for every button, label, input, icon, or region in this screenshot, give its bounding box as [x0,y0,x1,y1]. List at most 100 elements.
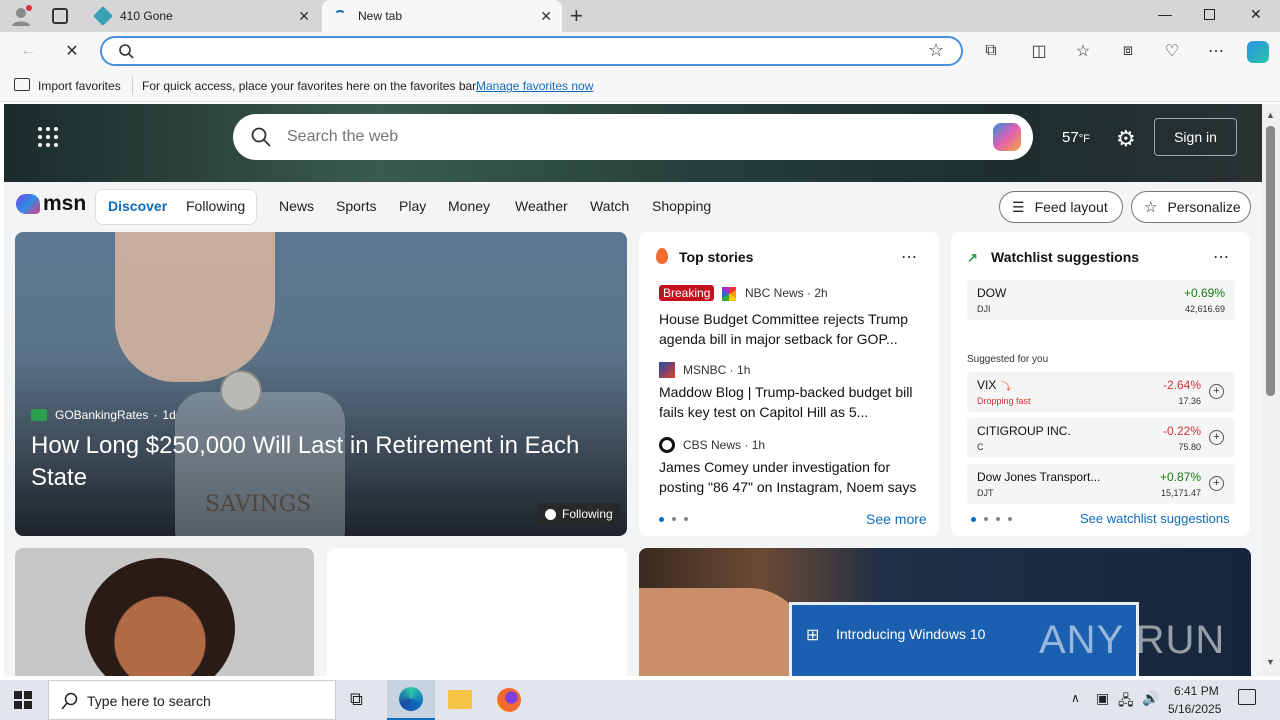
page-scrollbar[interactable]: ▲ ▼ [1262,104,1280,676]
edge-taskbar-icon[interactable] [387,680,435,720]
hero-age: 1d [162,408,176,422]
stop-icon[interactable]: ✕ [62,41,82,61]
nav-sports[interactable]: Sports [336,198,376,214]
clock-time[interactable]: 6:41 PM [1174,684,1219,698]
nav-shopping[interactable]: Shopping [652,198,711,214]
story-headline[interactable]: James Comey under investigation for post… [659,457,924,497]
add-watchlist-icon[interactable]: + [1209,476,1224,491]
finger-image [639,588,809,676]
hero-headline[interactable]: How Long $250,000 Will Last in Retiremen… [31,430,611,494]
watchlist-card: ↗ Watchlist suggestions ⋯ DOW DJI +0.69%… [951,232,1250,536]
cbs-logo-icon [659,437,675,453]
favorite-star-icon[interactable]: ☆ [928,40,944,61]
start-button[interactable] [14,691,32,709]
sign-in-button[interactable]: Sign in [1154,118,1237,156]
nav-weather[interactable]: Weather [515,198,568,214]
msn-search-box[interactable] [233,114,1033,160]
tab-actions-icon[interactable] [52,8,68,24]
stock-change: +0.87% [1159,470,1201,484]
watchlist-row-citigroup[interactable]: CITIGROUP INC. C -0.22% 75.80 [967,418,1235,458]
nav-watch[interactable]: Watch [590,198,629,214]
tray-chevron-icon[interactable]: ∧ [1071,691,1080,705]
hero-article-card[interactable]: SAVINGS GOBankingRates · 1d How Long $25… [15,232,627,536]
profile-icon[interactable] [10,5,32,27]
performance-icon[interactable]: ♡ [1162,41,1182,61]
copilot-search-icon[interactable] [993,123,1021,151]
manage-favorites-link[interactable]: Manage favorites now [476,79,593,93]
more-options-icon[interactable]: ⋯ [901,247,917,267]
favorites-icon[interactable]: ☆ [1073,41,1093,61]
scroll-thumb[interactable] [1266,126,1275,396]
file-explorer-icon[interactable] [448,690,472,709]
taskbar: Type here to search ⧉ ∧ ▣ 🖧 🔊 6:41 PM 5/… [0,680,1280,720]
stock-name: Dow Jones Transport... [977,470,1101,484]
watchlist-row-dow[interactable]: DOW DJI +0.69% 42,616.69 [967,280,1235,320]
stock-change: +0.69% [1183,286,1225,300]
watchlist-row-djt[interactable]: Dow Jones Transport... DJT +0.87% 15,171… [967,464,1235,504]
address-bar[interactable]: ☆ [100,36,963,66]
settings-gear-icon[interactable]: ⚙ [1116,126,1136,152]
hero-source[interactable]: GOBankingRates · 1d [31,408,176,422]
clock-date[interactable]: 5/16/2025 [1168,702,1221,716]
msn-search-input[interactable] [287,126,967,148]
close-tab-icon[interactable]: ✕ [540,8,552,25]
taskbar-search-box[interactable]: Type here to search [48,680,336,720]
windows-logo-icon: ⊞ [806,627,820,644]
see-watchlist-link[interactable]: See watchlist suggestions [1080,511,1230,526]
nav-money[interactable]: Money [448,198,490,214]
msn-logo[interactable]: msn [16,192,86,216]
collections-icon[interactable]: ⧈ [1118,41,1138,61]
tab-new-tab[interactable]: New tab ✕ [322,0,562,32]
nav-news[interactable]: News [279,198,314,214]
network-icon[interactable]: 🖧 [1118,690,1134,714]
task-view-icon[interactable]: ⧉ [350,689,363,710]
volume-icon[interactable]: 🔊 [1142,690,1159,707]
new-tab-button[interactable]: + [570,3,583,29]
close-tab-icon[interactable]: ✕ [298,8,310,25]
tab-discover[interactable]: Discover [108,198,167,214]
story-headline[interactable]: Maddow Blog | Trump-backed budget bill f… [659,382,924,422]
copilot-icon[interactable] [1247,41,1269,63]
notifications-icon[interactable] [1238,689,1256,705]
stock-price: 42,616.69 [1184,304,1225,314]
tab-following[interactable]: Following [186,198,245,214]
close-window-icon[interactable]: ✕ [1250,6,1262,23]
more-menu-icon[interactable]: ⋯ [1206,41,1226,61]
hand-image [115,232,275,382]
feed-layout-label: Feed layout [1034,199,1108,215]
carousel-dots[interactable] [659,517,688,522]
personalize-button[interactable]: ☆ Personalize [1131,191,1251,223]
article-card-portrait[interactable] [15,548,314,676]
following-badge[interactable]: Following [537,503,621,525]
minimize-icon[interactable]: — [1158,6,1172,22]
story-headline[interactable]: House Budget Committee rejects Trump age… [659,309,924,349]
more-options-icon[interactable]: ⋯ [1213,247,1229,267]
nav-play[interactable]: Play [399,198,426,214]
tab-410-gone[interactable]: 410 Gone ✕ [84,0,320,32]
windows-banner-text: Introducing Windows 10 [836,626,986,642]
add-watchlist-icon[interactable]: + [1209,430,1224,445]
weather-temperature[interactable]: 57°F [1062,129,1090,146]
watchlist-row-vix[interactable]: VIX ⤵ Dropping fast -2.64% 17.36 [967,372,1235,412]
article-card-windows[interactable]: ⊞ Introducing Windows 10 ANY RUN [639,548,1251,676]
loading-spinner-icon [334,10,346,22]
restore-icon[interactable] [1204,9,1215,20]
scroll-up-icon[interactable]: ▲ [1266,110,1275,120]
carousel-dots[interactable] [971,517,1012,522]
see-more-link[interactable]: See more [866,511,927,527]
import-favorites-icon[interactable] [14,78,30,91]
story-age: 1h [751,438,766,452]
extensions-icon[interactable]: ⧉ [981,41,1001,61]
article-card-blank[interactable] [327,548,627,676]
address-input[interactable] [142,42,922,62]
back-icon[interactable]: ← [18,41,38,61]
watchlist-title: Watchlist suggestions [991,249,1140,265]
feed-layout-button[interactable]: ☰ Feed layout [999,191,1123,223]
split-screen-icon[interactable]: ◫ [1029,41,1049,61]
tray-device-icon[interactable]: ▣ [1096,690,1109,707]
import-favorites-button[interactable]: Import favorites [38,79,121,93]
add-watchlist-icon[interactable]: + [1209,384,1224,399]
firefox-icon[interactable] [497,688,521,712]
scroll-down-icon[interactable]: ▼ [1266,657,1275,667]
apps-launcher-icon[interactable] [38,127,58,147]
